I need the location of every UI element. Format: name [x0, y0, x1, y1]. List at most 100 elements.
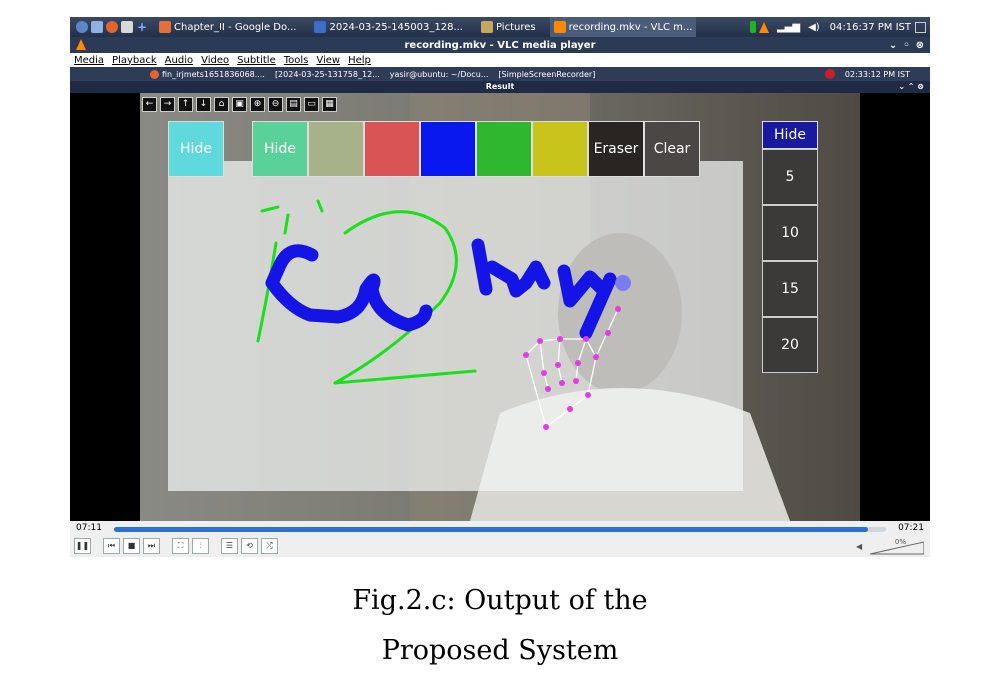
time-bar: 07:11 07:21	[70, 523, 930, 535]
taskbar-item[interactable]: 2024-03-25-145003_128...	[310, 17, 467, 37]
menu-view[interactable]: View	[316, 55, 340, 66]
shuffle-button[interactable]: ⤮	[261, 538, 278, 554]
next-button[interactable]: ⏭	[143, 538, 160, 554]
stop-button[interactable]: ■	[123, 538, 140, 554]
palette-hide-button[interactable]: Hide	[168, 121, 224, 177]
drawing-board	[168, 161, 743, 491]
screen-capture: + Chapter_II - Google Do... 2024-03-25-14…	[70, 17, 930, 557]
inner-taskbar-item[interactable]: fin_irjmets1651836068....	[162, 70, 265, 79]
files-icon	[91, 21, 103, 33]
volume-percent: 0%	[894, 538, 906, 546]
menu-media[interactable]: Media	[74, 55, 104, 66]
menu-playback[interactable]: Playback	[112, 55, 157, 66]
volume-icon[interactable]: ◀)	[808, 22, 820, 33]
color-palette: Hide Hide Eraser Clear	[168, 121, 700, 177]
time-total: 07:21	[898, 523, 924, 533]
ubuntu-icon	[76, 21, 88, 33]
player-controls: 07:11 07:21 ❚❚ ⏮ ■ ⏭ ⛶ ⫶ ☰ ⟲ ⤮ ◀ 0%	[70, 521, 930, 557]
cursor-point	[615, 275, 631, 291]
taskbar-item[interactable]: Pictures	[477, 17, 540, 37]
extended-settings-button[interactable]: ⫶	[192, 538, 209, 554]
seek-slider[interactable]	[114, 527, 886, 532]
palette-clear-button[interactable]: Clear	[644, 121, 700, 177]
brush-size-button[interactable]: 15	[762, 261, 818, 317]
taskbar-item-label: recording.mkv - VLC m...	[568, 21, 693, 33]
menu-subtitle[interactable]: Subtitle	[237, 55, 276, 66]
firefox-icon	[106, 21, 118, 33]
arrow-down-icon[interactable]: ↓	[196, 97, 211, 112]
app-icon	[314, 21, 327, 33]
brush-size-button[interactable]: 5	[762, 149, 818, 205]
clock: 04:16:37 PM IST	[829, 21, 911, 33]
size-hide-button[interactable]: Hide	[762, 121, 818, 149]
inner-window-titlebar: Result ⌄ ⌃ ⊗	[70, 81, 930, 93]
app-icon	[159, 21, 171, 33]
app-menu-button[interactable]: +	[70, 17, 155, 37]
vlc-cone-icon	[76, 39, 86, 50]
seek-progress	[114, 527, 869, 532]
window-title: recording.mkv - VLC media player	[404, 39, 596, 51]
taskbar-item-label: Pictures	[496, 21, 536, 33]
menu-audio[interactable]: Audio	[165, 55, 193, 66]
color-swatch[interactable]	[476, 121, 532, 177]
previous-button[interactable]: ⏮	[103, 538, 120, 554]
volume-slider[interactable]: ◀ 0%	[856, 538, 925, 555]
taskbar-item[interactable]: Chapter_II - Google Do...	[155, 17, 300, 37]
control-buttons: ❚❚ ⏮ ■ ⏭ ⛶ ⫶ ☰ ⟲ ⤮	[74, 538, 278, 554]
maximize-icon[interactable]: ◦	[903, 40, 909, 51]
app-icon	[553, 21, 566, 33]
taskbar-item[interactable]: recording.mkv - VLC m...	[549, 17, 697, 37]
minimize-icon[interactable]: ⌄	[889, 40, 897, 51]
arrow-up-icon[interactable]: ↑	[178, 97, 193, 112]
color-swatch	[224, 121, 252, 177]
pause-button[interactable]: ❚❚	[74, 538, 91, 554]
inner-taskbar-item[interactable]: yasir@ubuntu: ~/Docu...	[390, 70, 489, 79]
inner-taskbar: fin_irjmets1651836068.... [2024-03-25-131…	[70, 67, 930, 81]
inner-window-title: Result	[485, 82, 515, 91]
inner-window-buttons[interactable]: ⌄ ⌃ ⊗	[898, 81, 924, 93]
green-indicator-icon	[749, 21, 756, 33]
figure-caption-line-2: Proposed System	[381, 635, 619, 666]
save-as-icon[interactable]: ▤	[286, 97, 301, 112]
vlc-tray-icon	[758, 21, 769, 33]
color-swatch[interactable]	[532, 121, 588, 177]
menu-help[interactable]: Help	[348, 55, 371, 66]
palette-hide-button[interactable]: Hide	[252, 121, 308, 177]
color-swatch[interactable]	[308, 121, 364, 177]
brush-size-panel: Hide 5 10 15 20	[762, 121, 818, 373]
inner-firefox-icon	[150, 69, 159, 79]
network-icon[interactable]: ▂▄▆	[777, 22, 800, 33]
color-swatch[interactable]	[420, 121, 476, 177]
matplotlib-toolbar: ← → ↑ ↓ ⌂ ▣ ⊕ ⊖ ▤ ▭ ▦	[142, 97, 337, 113]
inner-taskbar-item[interactable]: [SimpleScreenRecorder]	[498, 70, 595, 79]
home-icon[interactable]: ⌂	[214, 97, 229, 112]
taskbar-item-label: Chapter_II - Google Do...	[174, 21, 297, 33]
show-desktop-icon[interactable]	[915, 21, 926, 33]
zoom-in-icon[interactable]: ⊕	[250, 97, 265, 112]
arrow-right-icon[interactable]: →	[160, 97, 175, 112]
desktop-taskbar: + Chapter_II - Google Do... 2024-03-25-14…	[70, 17, 930, 37]
record-icon	[824, 69, 835, 79]
color-swatch[interactable]	[364, 121, 420, 177]
figure-caption-line-1: Fig.2.c: Output of the	[352, 585, 648, 616]
app-icon	[481, 21, 493, 33]
arrow-left-icon[interactable]: ←	[142, 97, 157, 112]
playlist-button[interactable]: ☰	[221, 538, 238, 554]
zoom-out-icon[interactable]: ⊖	[268, 97, 283, 112]
fullscreen-button[interactable]: ⛶	[172, 538, 189, 554]
menu-bar: Media Playback Audio Video Subtitle Tools View…	[70, 53, 930, 67]
mute-icon[interactable]: ◀	[856, 542, 862, 551]
palette-eraser-button[interactable]: Eraser	[588, 121, 644, 177]
save-icon[interactable]: ▣	[232, 97, 247, 112]
menu-tools[interactable]: Tools	[284, 55, 309, 66]
loop-button[interactable]: ⟲	[241, 538, 258, 554]
clipboard-icon[interactable]: ▦	[322, 97, 337, 112]
close-icon[interactable]: ⊗	[916, 40, 924, 51]
video-area[interactable]: fin_irjmets1651836068.... [2024-03-25-131…	[70, 67, 930, 521]
inner-taskbar-item[interactable]: [2024-03-25-131758_12...	[275, 70, 380, 79]
menu-video[interactable]: Video	[201, 55, 229, 66]
brush-size-button[interactable]: 20	[762, 317, 818, 373]
window-titlebar: recording.mkv - VLC media player ⌄ ◦ ⊗	[70, 37, 930, 53]
copy-icon[interactable]: ▭	[304, 97, 319, 112]
brush-size-button[interactable]: 10	[762, 205, 818, 261]
